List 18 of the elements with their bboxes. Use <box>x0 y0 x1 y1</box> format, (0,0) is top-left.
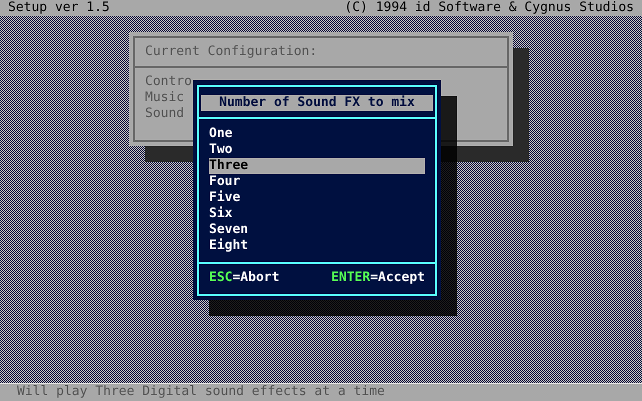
list-item[interactable]: One <box>209 126 425 142</box>
config-label: Sound <box>145 106 184 121</box>
config-label: Music <box>145 90 184 105</box>
list-item[interactable]: Eight <box>209 238 425 254</box>
dialog-title: Number of Sound FX to mix <box>201 95 433 111</box>
status-text: Will play Three Digital sound effects at a time <box>17 384 385 399</box>
list-item[interactable]: Four <box>209 174 425 190</box>
list-item[interactable]: Five <box>209 190 425 206</box>
copyright-text: (C) 1994 id Software & Cygnus Studios <box>344 0 634 16</box>
panel-heading: Current Configuration: <box>145 44 318 59</box>
app-title: Setup ver 1.5 <box>8 0 110 16</box>
list-item[interactable]: Three <box>209 158 425 174</box>
config-label: Contro <box>145 74 192 89</box>
list-item[interactable]: Two <box>209 142 425 158</box>
list-item[interactable]: Seven <box>209 222 425 238</box>
key-hint: ESC=Abort <box>209 270 280 286</box>
key-hint: ENTER=Accept <box>331 270 425 286</box>
list-item[interactable]: Six <box>209 206 425 222</box>
